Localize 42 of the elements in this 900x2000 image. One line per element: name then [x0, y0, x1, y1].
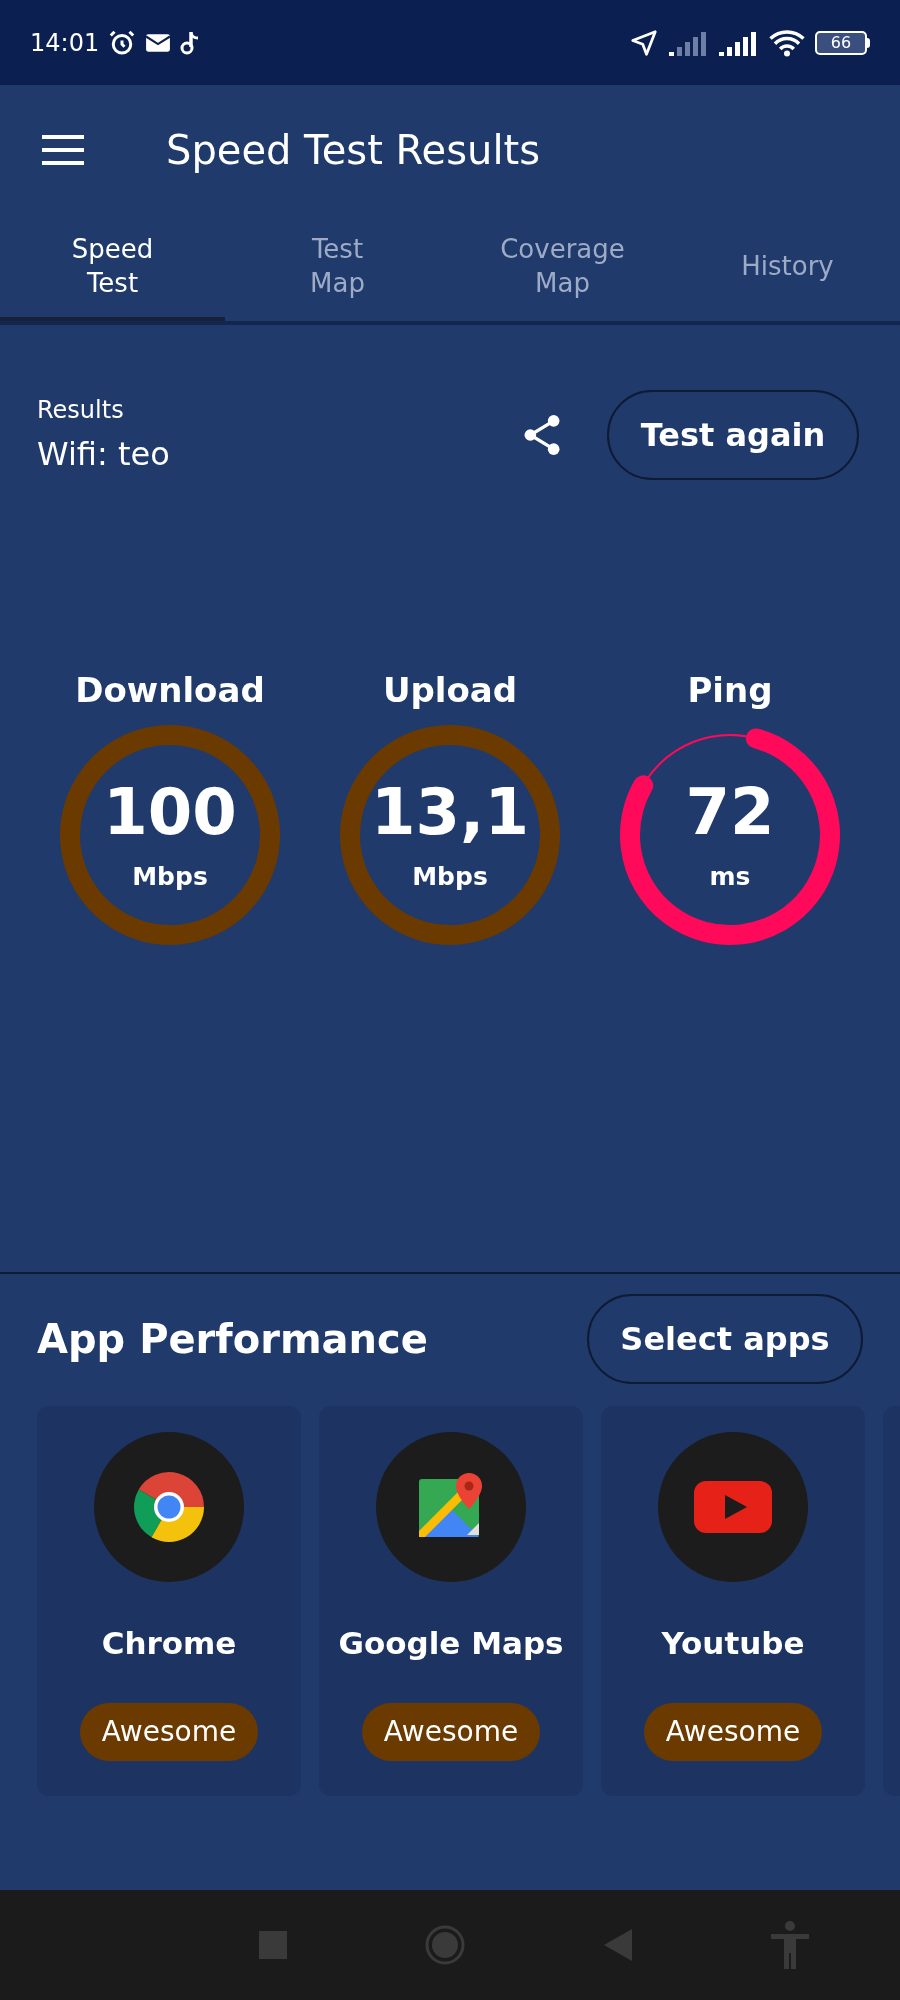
select-apps-button[interactable]: Select apps — [587, 1294, 863, 1384]
network-name: Wifi: teo — [37, 434, 171, 475]
back-icon[interactable] — [603, 1929, 632, 1961]
app-card[interactable]: Chrome Awesome — [37, 1406, 301, 1796]
signal-icon — [719, 29, 759, 56]
tab[interactable]: Test Map — [225, 215, 450, 321]
wifi-icon — [769, 27, 805, 58]
tab[interactable]: Coverage Map — [450, 215, 675, 321]
gauge-unit: Mbps — [412, 861, 488, 894]
recent-apps-icon[interactable] — [258, 1931, 287, 1959]
app-card[interactable]: Youtube Awesome — [601, 1406, 865, 1796]
test-again-button[interactable]: Test again — [607, 390, 859, 480]
app-title: Speed Test Results — [166, 126, 541, 175]
menu-icon[interactable] — [40, 134, 86, 166]
gauge-unit: Mbps — [132, 861, 208, 894]
clock-time: 14:01 — [30, 27, 100, 59]
rating-badge: Awesome — [79, 1702, 259, 1761]
location-arrow-icon — [629, 27, 659, 58]
home-icon[interactable] — [424, 1924, 467, 1966]
gauge-label: Download — [75, 669, 265, 712]
tab[interactable]: Speed Test — [0, 215, 225, 321]
app-name: Google Maps — [338, 1624, 564, 1663]
gauge-value: 72 — [685, 780, 775, 845]
gauge-label: Ping — [687, 669, 773, 712]
rating-badge: Awesome — [361, 1702, 541, 1761]
tab[interactable]: History — [675, 215, 900, 321]
gauge-value: 100 — [103, 780, 237, 845]
battery-level: 66 — [830, 34, 852, 51]
rating-badge: Awesome — [643, 1702, 823, 1761]
gauge-unit: ms — [709, 861, 751, 894]
app-name: Youtube — [661, 1624, 805, 1663]
gauge-value: 13,1 — [371, 780, 529, 845]
section-title: App Performance — [37, 1315, 428, 1364]
accessibility-icon[interactable] — [769, 1921, 812, 1969]
signal-icon — [669, 29, 709, 56]
share-icon[interactable] — [522, 413, 562, 457]
play-button-icon — [694, 1479, 772, 1535]
gauge-label: Upload — [382, 669, 518, 712]
app-card[interactable]: Google Maps Awesome — [319, 1406, 583, 1796]
results-heading: Results — [37, 395, 125, 426]
app-name: Chrome — [101, 1624, 237, 1663]
mail-icon — [145, 31, 172, 54]
